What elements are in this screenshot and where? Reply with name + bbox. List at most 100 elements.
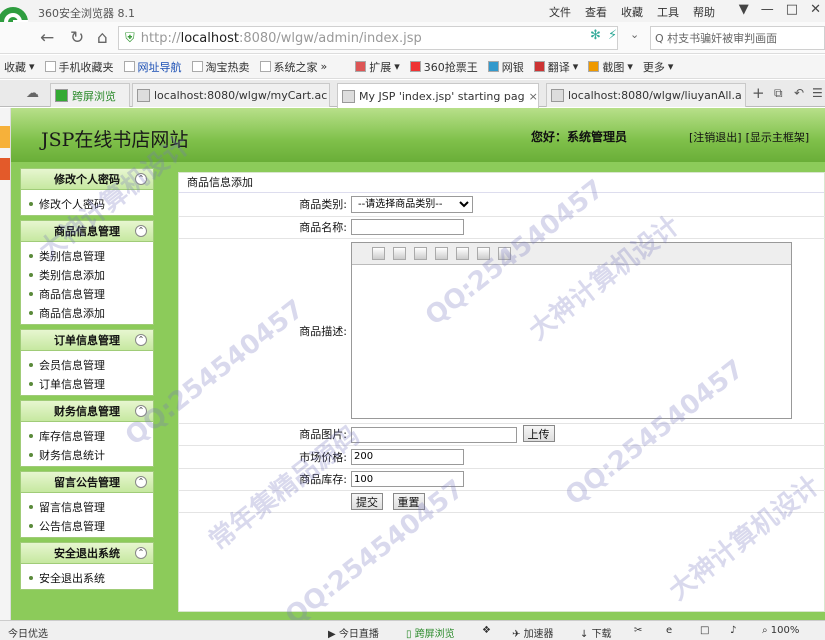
side-app-icon[interactable]: [0, 126, 10, 148]
sidebar-section-goods: 商品信息管理 ⌃ 类别信息管理 类别信息添加 商品信息管理 商品信息添加: [20, 220, 154, 325]
tab-cross-screen[interactable]: 跨屏浏览: [50, 83, 130, 107]
restore-tab-icon[interactable]: ⧉: [774, 86, 783, 101]
sidebar-section-header[interactable]: 修改个人密码 ⌃: [20, 168, 154, 190]
new-tab-icon[interactable]: +: [752, 84, 765, 102]
category-select[interactable]: --请选择商品类别--: [351, 195, 473, 213]
bookmark-favorites[interactable]: 收藏 ▾: [4, 59, 35, 75]
bookmark-xitong[interactable]: 系统之家 »: [259, 59, 327, 75]
editor-text-icon[interactable]: [477, 247, 490, 260]
editor-toolbar: [352, 243, 791, 265]
sidebar-item-finance-stats[interactable]: 财务信息统计: [21, 445, 153, 464]
search-input[interactable]: Q 村支书骗奸被审判画面: [650, 26, 825, 50]
url-input[interactable]: ⛨ http://localhost:8080/wlgw/admin/index…: [118, 26, 618, 50]
image-path-input[interactable]: [351, 427, 517, 444]
sidebar-section-header[interactable]: 订单信息管理 ⌃: [20, 329, 154, 351]
editor-preview-icon[interactable]: [393, 247, 406, 260]
site-title: JSP在线书店网站: [41, 129, 189, 151]
bookmark-bank[interactable]: 网银: [487, 59, 524, 75]
tab-list-icon[interactable]: ☰: [812, 86, 823, 100]
editor-copy-icon[interactable]: [435, 247, 448, 260]
sidebar-item-member-manage[interactable]: 会员信息管理: [21, 355, 153, 374]
sidebar-item-stock-manage[interactable]: 库存信息管理: [21, 426, 153, 445]
lightning-icon[interactable]: ⚡: [608, 28, 617, 43]
sidebar-section-header[interactable]: 商品信息管理 ⌃: [20, 220, 154, 242]
status-cross-screen[interactable]: ▯ 跨屏浏览: [406, 625, 455, 640]
screenshot-icon[interactable]: ✂: [634, 625, 642, 636]
bookmark-nav[interactable]: 网址导航: [123, 59, 182, 75]
sound-icon[interactable]: ♪: [730, 625, 736, 636]
status-accelerator[interactable]: ✈ 加速器: [512, 625, 554, 640]
status-download[interactable]: ↓ 下载: [580, 625, 612, 640]
sidebar-item-category-manage[interactable]: 类别信息管理: [21, 246, 153, 265]
shirt-icon[interactable]: ▼: [739, 2, 749, 17]
bookmark-translate[interactable]: 翻译 ▾: [533, 59, 578, 75]
ie-icon[interactable]: e: [666, 625, 672, 636]
sidebar-item-order-manage[interactable]: 订单信息管理: [21, 374, 153, 393]
collapse-icon[interactable]: ⌃: [135, 225, 147, 237]
collapse-icon[interactable]: ⌃: [135, 405, 147, 417]
menu-favorites[interactable]: 收藏: [621, 4, 643, 20]
menu-file[interactable]: 文件: [549, 4, 571, 20]
description-editor[interactable]: [351, 242, 792, 419]
bookmark-mobile[interactable]: 手机收藏夹: [44, 59, 114, 75]
status-recommend[interactable]: 今日优选: [8, 625, 48, 640]
sidebar-section-header[interactable]: 安全退出系统 ⌃: [20, 542, 154, 564]
window-icon[interactable]: □: [700, 625, 709, 636]
home-icon[interactable]: ⌂: [97, 28, 108, 48]
price-input[interactable]: [351, 448, 464, 465]
show-frame-link[interactable]: [显示主框架]: [746, 131, 810, 144]
sidebar-item-notice-manage[interactable]: 公告信息管理: [21, 516, 153, 535]
upload-button[interactable]: 上传: [522, 424, 555, 442]
submit-button[interactable]: 提交: [351, 492, 383, 510]
sidebar-item-goods-add[interactable]: 商品信息添加: [21, 303, 153, 322]
sidebar-item-change-password[interactable]: 修改个人密码: [21, 194, 153, 213]
tab-mycart[interactable]: localhost:8080/wlgw/myCart.ac×: [132, 83, 330, 107]
bullet-icon: [29, 272, 33, 277]
name-input[interactable]: [351, 219, 464, 235]
bookmark-screenshot[interactable]: 截图 ▾: [588, 59, 633, 75]
cloud-icon[interactable]: ☁: [26, 86, 39, 101]
bookmark-extensions[interactable]: 扩展 ▾: [355, 59, 400, 75]
bookmark-more[interactable]: 更多 ▾: [643, 59, 674, 75]
bookmark-taobao[interactable]: 淘宝热卖: [191, 59, 250, 75]
status-live[interactable]: ▶ 今日直播: [328, 625, 379, 640]
site-header: JSP在线书店网站 您好：系统管理员 [注销退出] [显示主框架]: [11, 108, 825, 162]
chevron-down-icon[interactable]: ⌄: [630, 28, 639, 41]
logout-link[interactable]: [注销退出]: [689, 131, 742, 144]
stock-input[interactable]: [351, 471, 464, 487]
bookmark-tickets[interactable]: 360抢票王: [409, 59, 478, 75]
sidebar-item-message-manage[interactable]: 留言信息管理: [21, 497, 153, 516]
editor-paste-icon[interactable]: [456, 247, 469, 260]
editor-source-icon[interactable]: [372, 247, 385, 260]
tab-close-icon[interactable]: ×: [529, 90, 538, 103]
menu-help[interactable]: 帮助: [693, 4, 715, 20]
collapse-icon[interactable]: ⌃: [135, 476, 147, 488]
menu-tools[interactable]: 工具: [657, 4, 679, 20]
sidebar-item-exit[interactable]: 安全退出系统: [21, 568, 153, 587]
sidebar-section-header[interactable]: 留言公告管理 ⌃: [20, 471, 154, 493]
sidebar-item-goods-manage[interactable]: 商品信息管理: [21, 284, 153, 303]
sidebar-item-category-add[interactable]: 类别信息添加: [21, 265, 153, 284]
back-icon[interactable]: ←: [40, 28, 54, 48]
reset-button[interactable]: 重置: [392, 492, 425, 510]
menu-view[interactable]: 查看: [585, 4, 607, 20]
undo-icon[interactable]: ↶: [794, 86, 804, 100]
refresh-icon[interactable]: ↻: [70, 28, 84, 48]
collapse-icon[interactable]: ⌃: [135, 547, 147, 559]
sidebar-section-header[interactable]: 财务信息管理 ⌃: [20, 400, 154, 422]
editor-cut-icon[interactable]: [414, 247, 427, 260]
compat-icon[interactable]: ✻: [590, 28, 601, 43]
editor-image-icon[interactable]: [498, 247, 511, 260]
collapse-icon[interactable]: ⌃: [135, 173, 147, 185]
status-zoom[interactable]: ⌕ 100%: [762, 625, 799, 636]
tab-liuyan[interactable]: localhost:8080/wlgw/liuyanAll.a×: [546, 83, 746, 107]
maximize-icon[interactable]: □: [786, 2, 798, 17]
tab-index[interactable]: My JSP 'index.jsp' starting pag ×: [337, 83, 539, 108]
minimize-icon[interactable]: —: [761, 2, 774, 17]
collapse-icon[interactable]: ⌃: [135, 334, 147, 346]
shortcut-icon[interactable]: ❖: [482, 625, 491, 636]
bullet-icon: [29, 523, 33, 528]
side-app-icon[interactable]: [0, 158, 10, 180]
window-controls: ▼ — □ ✕: [739, 2, 821, 17]
close-icon[interactable]: ✕: [810, 2, 821, 17]
